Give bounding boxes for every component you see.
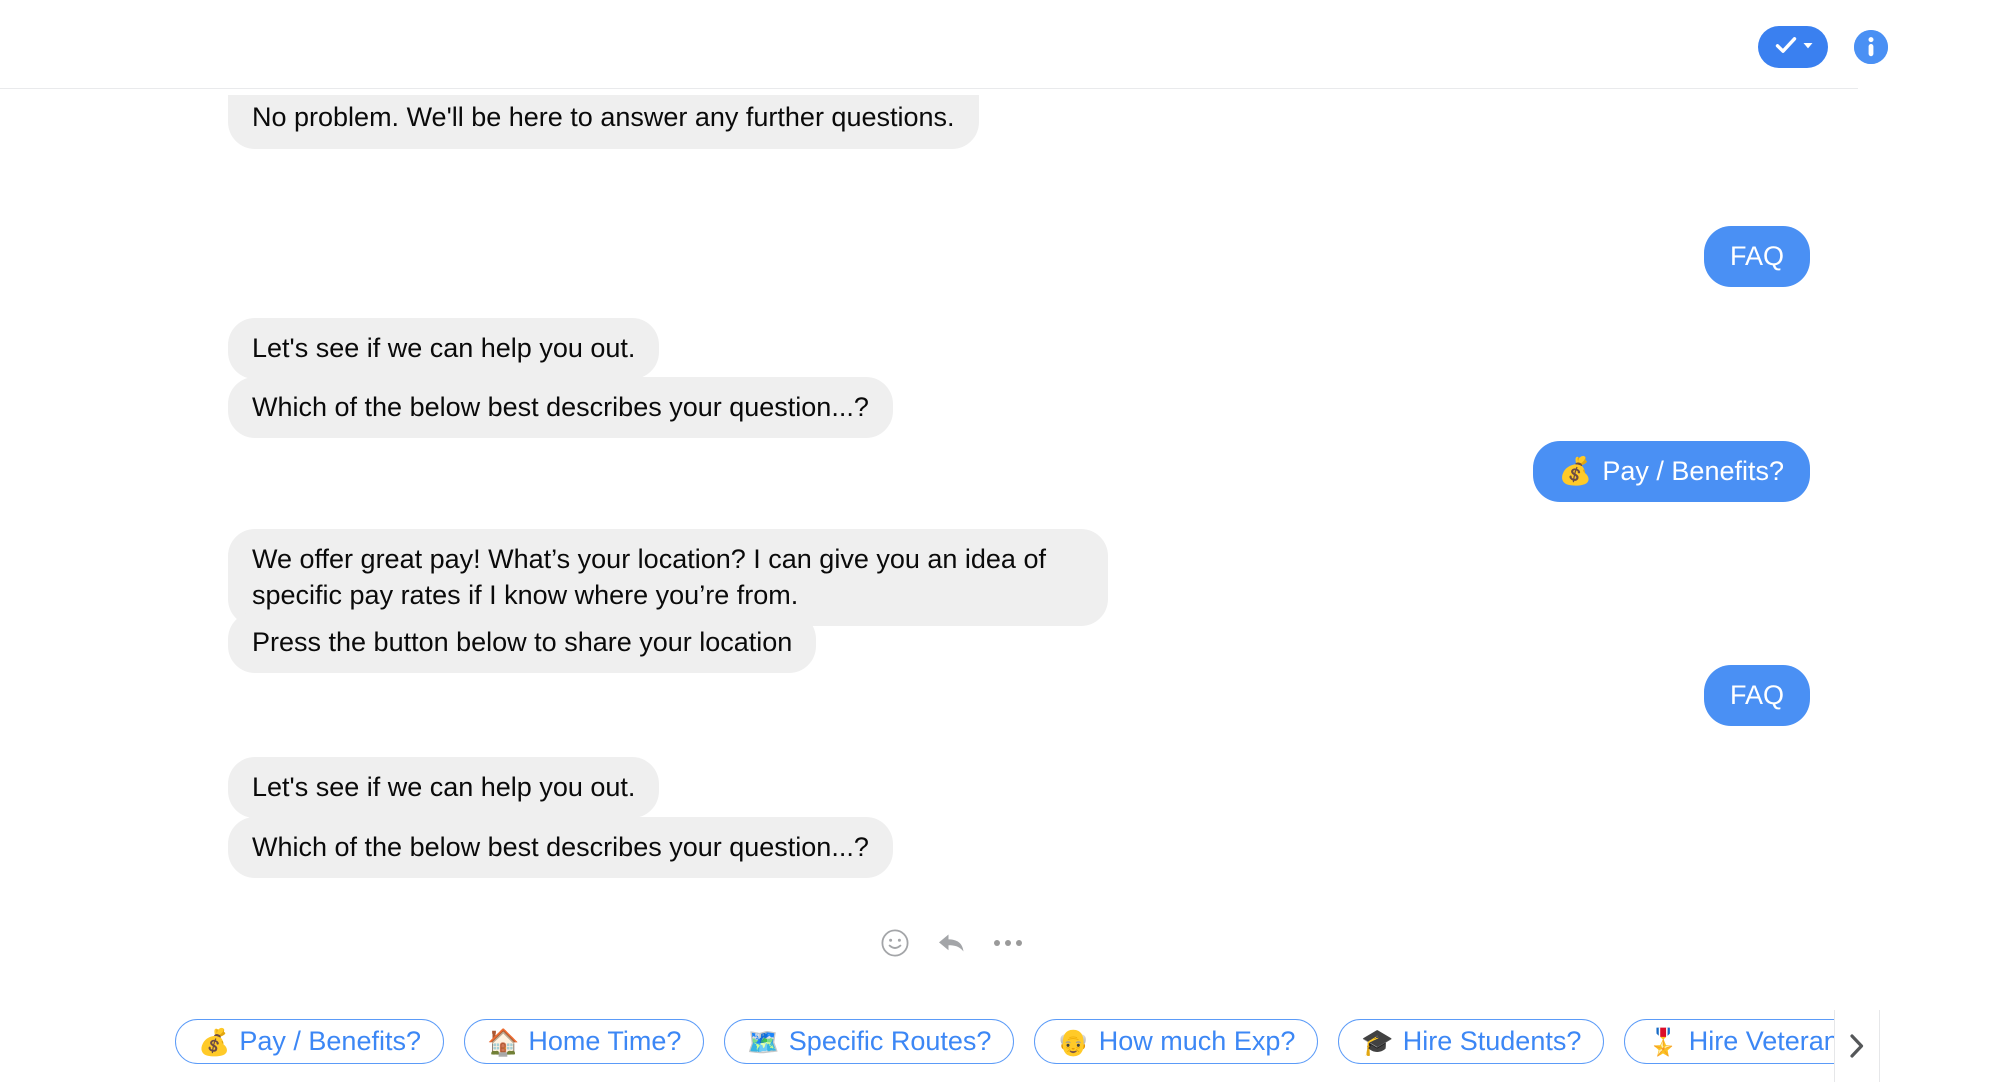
quick-reply-emoji: 🗺️ <box>747 1026 780 1057</box>
message-row-incoming: Which of the below best describes your q… <box>228 377 893 438</box>
quick-reply-bar[interactable]: 💰 Pay / Benefits? 🏠 Home Time? 🗺️ Specific Ro… <box>0 1010 2000 1082</box>
message-row-incoming: Let's see if we can help you out. <box>228 318 660 379</box>
message-bubble-incoming: Let's see if we can help you out. <box>228 318 660 379</box>
money-bag-emoji: 💰 <box>1558 456 1593 486</box>
message-bubble-outgoing: FAQ <box>1703 226 1810 287</box>
ellipsis-icon[interactable] <box>994 940 1022 946</box>
reply-arrow-icon[interactable] <box>936 929 968 957</box>
message-row-incoming: Press the button below to share your loc… <box>228 612 817 673</box>
quick-reply-label: Specific Routes? <box>788 1026 992 1056</box>
quick-reply-label: How much Exp? <box>1098 1026 1296 1056</box>
smiley-face-icon[interactable] <box>880 928 910 958</box>
message-hover-actions <box>880 928 1022 958</box>
quick-reply-chip[interactable]: 🗺️ Specific Routes? <box>724 1019 1015 1064</box>
conversation-header <box>0 0 2000 89</box>
info-button[interactable] <box>1854 30 1888 64</box>
quick-reply-chip[interactable]: 🎓 Hire Students? <box>1338 1019 1605 1064</box>
quick-reply-emoji: 👴 <box>1057 1026 1090 1057</box>
message-row-outgoing: FAQ <box>1703 665 1810 726</box>
quick-reply-track: 💰 Pay / Benefits? 🏠 Home Time? 🗺️ Specific Ro… <box>175 1019 1891 1064</box>
quick-reply-scroll-next-button[interactable] <box>1834 1010 1880 1082</box>
quick-reply-emoji: 💰 <box>198 1026 231 1057</box>
message-row-outgoing: FAQ <box>1703 226 1810 287</box>
message-bubble-incoming: Which of the below best describes your q… <box>228 377 893 438</box>
caret-down-icon <box>1802 38 1814 56</box>
ellipsis-dot <box>1016 940 1022 946</box>
message-bubble-incoming: No problem. We'll be here to answer any … <box>228 95 979 149</box>
header-actions <box>1758 26 1888 68</box>
message-bubble-incoming: Press the button below to share your loc… <box>228 612 817 673</box>
info-icon <box>1854 30 1888 64</box>
quick-reply-right-mask <box>1880 1010 2000 1082</box>
mark-done-button[interactable] <box>1758 26 1828 68</box>
quick-reply-label: Hire Students? <box>1402 1026 1582 1056</box>
quick-reply-chip[interactable]: 👴 How much Exp? <box>1034 1019 1319 1064</box>
message-row-incoming: Let's see if we can help you out. <box>228 757 660 818</box>
quick-reply-chip[interactable]: 🏠 Home Time? <box>463 1019 705 1064</box>
message-row-incoming: Which of the below best describes your q… <box>228 817 893 878</box>
quick-reply-label: Home Time? <box>528 1026 682 1056</box>
ellipsis-dot <box>1005 940 1011 946</box>
quick-reply-emoji: 🎓 <box>1361 1026 1394 1057</box>
message-bubble-outgoing: 💰 Pay / Benefits? <box>1532 441 1810 502</box>
check-icon <box>1773 32 1799 63</box>
message-bubble-incoming: Let's see if we can help you out. <box>228 757 660 818</box>
message-row-outgoing: 💰 Pay / Benefits? <box>1532 441 1810 502</box>
ellipsis-dot <box>994 940 1000 946</box>
quick-reply-label: Pay / Benefits? <box>239 1026 421 1056</box>
message-thread[interactable]: No problem. We'll be here to answer any … <box>0 89 2000 999</box>
quick-reply-emoji: 🏠 <box>486 1026 520 1057</box>
message-bubble-incoming: Which of the below best describes your q… <box>228 817 893 878</box>
message-bubble-outgoing: FAQ <box>1703 665 1810 726</box>
message-text: Pay / Benefits? <box>1602 456 1784 486</box>
quick-reply-chip[interactable]: 💰 Pay / Benefits? <box>175 1019 444 1064</box>
quick-reply-emoji: 🎖️ <box>1647 1026 1680 1057</box>
chevron-right-icon <box>1850 1034 1864 1058</box>
